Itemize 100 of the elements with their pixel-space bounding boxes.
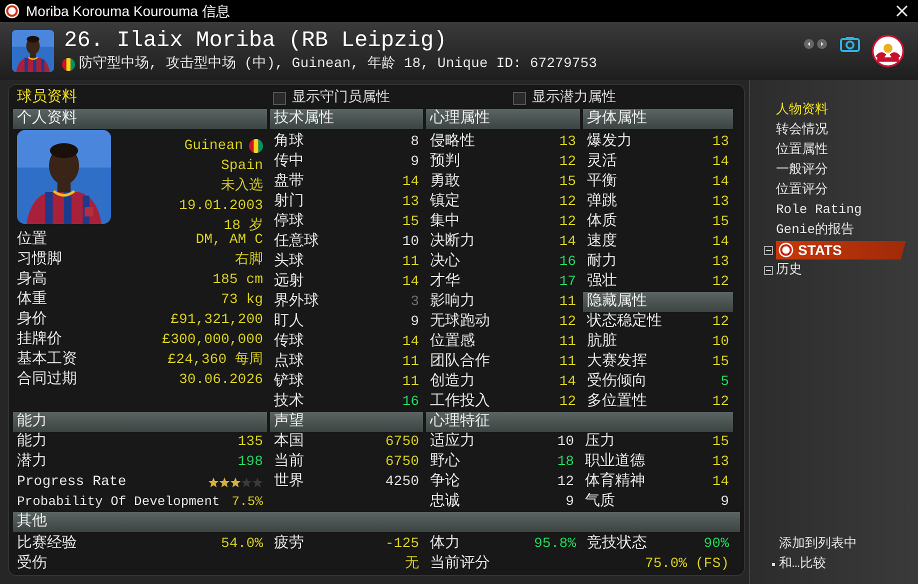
attribute-value: 13 — [712, 252, 729, 272]
attribute-label: 状态稳定性 — [587, 311, 662, 332]
attribute-label: 潜力 — [17, 452, 47, 472]
attribute-label: 野心 — [430, 451, 460, 472]
sidebar-item[interactable]: 位置评分 — [776, 180, 918, 200]
attribute-value: 12 — [712, 272, 729, 292]
attribute-value: 16 — [559, 252, 576, 272]
attribute-value: 右脚 — [235, 250, 263, 270]
attribute-value: 12 — [559, 312, 576, 332]
attribute-value: 12 — [557, 472, 574, 492]
attribute-label: 疲劳 — [274, 534, 304, 554]
section-header: 身体属性 — [583, 109, 733, 129]
attribute-label: 体重 — [17, 290, 47, 310]
attribute-value: 12 — [559, 192, 576, 212]
star-icon — [241, 476, 252, 488]
attribute-value: 9 — [566, 492, 574, 512]
sidebar-item[interactable]: 人物资料 — [776, 100, 918, 120]
attribute-value: 11 — [402, 372, 419, 392]
attribute-label: Progress Rate — [17, 472, 126, 492]
info-value: 未入选 — [221, 176, 263, 196]
attribute-value: 185 cm — [212, 270, 263, 290]
section-header: 心理特征 — [426, 412, 733, 432]
checkbox[interactable] — [513, 92, 526, 104]
attribute-label: 适应力 — [430, 431, 475, 452]
sidebar-item[interactable]: 位置属性 — [776, 140, 918, 160]
attribute-value: 14 — [712, 172, 729, 192]
attribute-label: 比赛经验 — [17, 533, 77, 554]
sidebar-item[interactable]: 转会情况 — [776, 120, 918, 140]
attribute-label: 技术 — [274, 392, 304, 412]
attribute-value: 6750 — [385, 452, 419, 472]
attribute-value: £24,360 每周 — [168, 350, 263, 370]
expand-icon[interactable] — [764, 266, 773, 274]
attribute-value: 12 — [559, 212, 576, 232]
attribute-value: 15 — [712, 352, 729, 372]
camera-icon[interactable] — [840, 36, 860, 52]
attribute-value: 16 — [402, 392, 419, 412]
attribute-label: 大赛发挥 — [587, 351, 647, 372]
attribute-value: 198 — [238, 452, 263, 472]
attribute-value: 13 — [712, 192, 729, 212]
next-icon[interactable] — [817, 39, 827, 49]
attribute-label: 忠诚 — [430, 492, 460, 512]
section-header: 技术属性 — [270, 109, 423, 129]
attribute-label: 勇敢 — [430, 172, 460, 192]
star-icon — [219, 476, 230, 488]
attribute-label: 弹跳 — [587, 192, 617, 212]
attribute-label: 挂牌价 — [17, 330, 62, 350]
star-icon — [230, 476, 241, 488]
stats-tab[interactable]: STATS — [776, 240, 906, 260]
attribute-value: 3 — [410, 292, 419, 312]
player-subtitle: 防守型中场, 攻击型中场 (中), Guinean, 年龄 18, Unique ID: 67279753 — [79, 54, 598, 74]
section-header: 其他 — [13, 512, 740, 532]
attribute-value: 11 — [402, 252, 419, 272]
attribute-value: 14 — [402, 332, 419, 352]
attribute-value: 14 — [712, 472, 729, 492]
attribute-label: 肮脏 — [587, 332, 617, 352]
attribute-label: 身高 — [17, 269, 47, 290]
attribute-label: 气质 — [585, 492, 615, 512]
star-icon — [252, 476, 263, 488]
expand-icon[interactable] — [764, 246, 773, 254]
attribute-value: 95.8% — [534, 534, 576, 554]
attribute-label: 角球 — [274, 132, 304, 152]
sidebar-item[interactable]: Genie的报告 — [776, 220, 918, 240]
attribute-value: 8 — [410, 132, 419, 152]
sidebar-item[interactable]: 一般评分 — [776, 160, 918, 180]
attribute-label: 当前评分 — [430, 554, 490, 574]
info-value: 18 岁 — [224, 216, 263, 234]
attribute-value: 15 — [712, 212, 729, 232]
attribute-label: 习惯脚 — [17, 250, 62, 270]
attribute-value: 6750 — [385, 432, 419, 452]
attribute-label: 灵活 — [587, 152, 617, 172]
attribute-value: 14 — [712, 152, 729, 172]
attribute-label: 速度 — [587, 231, 617, 252]
attribute-value: 12 — [712, 312, 729, 332]
attribute-label: 争论 — [430, 472, 460, 492]
attribute-value: 135 — [238, 432, 263, 452]
sidebar-item[interactable]: Role Rating — [776, 200, 918, 220]
attribute-label: Probability Of Development — [17, 493, 220, 512]
section-header: 个人资料 — [13, 109, 267, 129]
attribute-value: 14 — [712, 232, 729, 252]
section-header: 心理属性 — [426, 109, 580, 129]
attribute-value: 13 — [712, 452, 729, 472]
checkbox[interactable] — [273, 92, 286, 104]
attribute-value: 13 — [712, 132, 729, 152]
attribute-label: 受伤倾向 — [587, 372, 647, 392]
action-link[interactable]: 和…比较 — [779, 554, 826, 574]
attribute-label: 爆发力 — [587, 132, 632, 152]
action-link[interactable]: 添加到列表中 — [779, 534, 857, 554]
attribute-value: 54.0% — [220, 534, 263, 554]
attribute-label: 能力 — [17, 432, 47, 452]
attribute-value: 90% — [704, 534, 729, 554]
close-icon[interactable] — [896, 5, 908, 17]
attribute-label: 团队合作 — [430, 352, 490, 372]
attribute-label: 决断力 — [430, 232, 475, 252]
attribute-label: 射门 — [274, 191, 304, 212]
attribute-label: 铲球 — [274, 372, 304, 392]
sidebar-item[interactable]: 历史 — [776, 260, 802, 280]
attribute-value: 12 — [559, 152, 576, 172]
attribute-value: 9 — [410, 312, 419, 332]
attribute-value: 15 — [402, 212, 419, 232]
previous-icon[interactable] — [804, 39, 814, 49]
